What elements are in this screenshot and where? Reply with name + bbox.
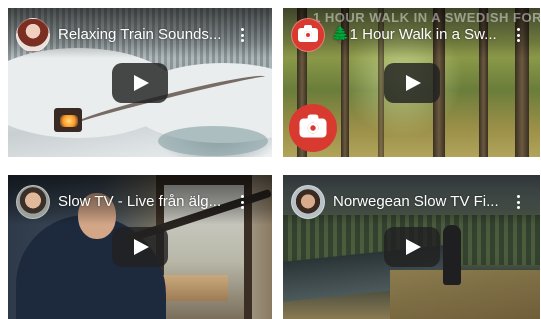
camera-icon (298, 25, 318, 42)
more-vert-icon[interactable] (510, 26, 526, 44)
more-vert-icon[interactable] (234, 193, 250, 211)
play-button-icon[interactable] (112, 227, 168, 267)
video-title[interactable]: Slow TV - Live från älg... (58, 192, 242, 212)
video-card[interactable]: Slow TV - Live från älg... (8, 175, 272, 319)
camera-icon (299, 114, 327, 138)
play-button-icon[interactable] (383, 227, 440, 267)
video-title[interactable]: 🌲1 Hour Walk in a Sw... (331, 25, 514, 45)
video-title[interactable]: Norwegean Slow TV Fi... (333, 192, 510, 212)
thumbnail-overlay-text: 1 HOUR WALK IN A SWEDISH FOREST (313, 10, 540, 25)
video-card[interactable]: 1 HOUR WALK IN A SWEDISH FOREST 🌲1 Hour … (283, 8, 540, 157)
video-card[interactable]: Norwegean Slow TV Fi... (283, 175, 540, 319)
camera-badge (289, 104, 337, 152)
channel-avatar[interactable] (291, 185, 325, 219)
more-vert-icon[interactable] (234, 26, 250, 44)
channel-avatar[interactable] (16, 185, 50, 219)
channel-avatar[interactable] (291, 18, 325, 52)
play-button-icon[interactable] (112, 62, 168, 103)
more-vert-icon[interactable] (510, 193, 526, 211)
video-card[interactable]: Relaxing Train Sounds... (8, 8, 272, 157)
video-title[interactable]: Relaxing Train Sounds... (58, 25, 242, 45)
play-button-icon[interactable] (383, 62, 440, 103)
channel-avatar[interactable] (16, 18, 50, 52)
